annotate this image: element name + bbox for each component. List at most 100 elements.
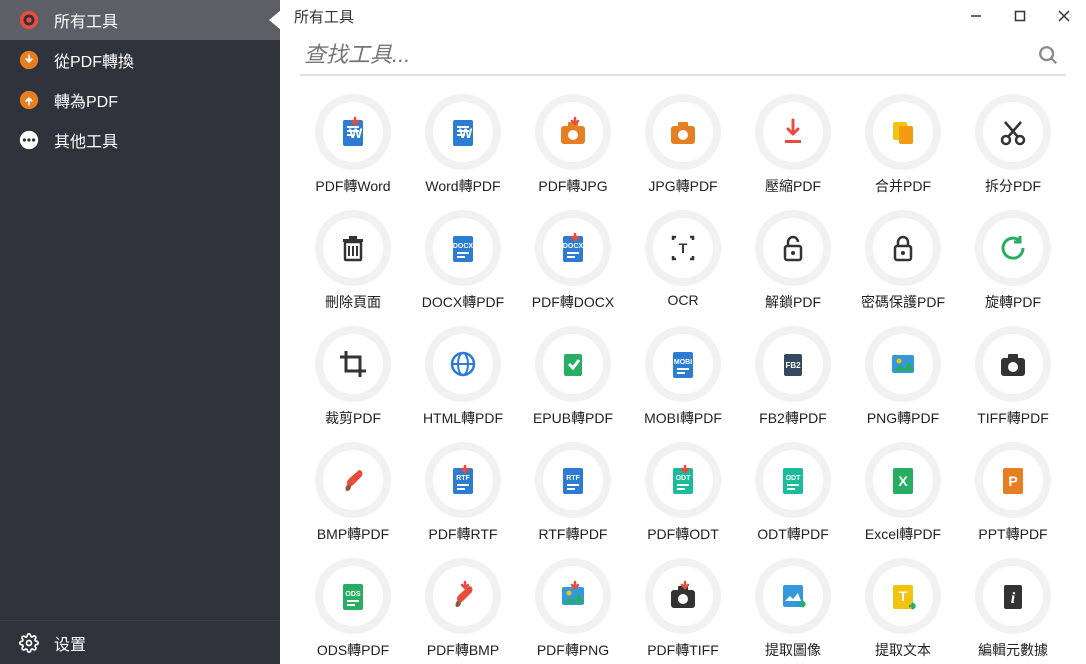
nav-label: 轉為PDF [54, 88, 118, 112]
lock-icon [873, 218, 933, 278]
sidebar-item-1[interactable]: 從PDF轉換 [0, 40, 280, 80]
tool-globe[interactable]: HTML轉PDF [410, 322, 516, 434]
settings-button[interactable]: 设置 [0, 620, 280, 664]
minimize-button[interactable] [954, 0, 998, 32]
tool-lock[interactable]: 密碼保護PDF [850, 206, 956, 318]
tool-label: DOCX轉PDF [422, 292, 504, 312]
ocr-icon: T [653, 218, 713, 278]
sidebar: 所有工具從PDF轉換轉為PDF 其他工具 设置 [0, 0, 280, 664]
tool-rtf-down[interactable]: RTFPDF轉RTF [410, 438, 516, 550]
tool-compress[interactable]: 壓縮PDF [740, 90, 846, 202]
tool-camera2-down[interactable]: PDF轉TIFF [630, 554, 736, 664]
tool-label: 編輯元數據 [978, 640, 1048, 660]
tool-trash[interactable]: 刪除頁面 [300, 206, 406, 318]
tool-crop[interactable]: 裁剪PDF [300, 322, 406, 434]
tool-brush-down[interactable]: PDF轉BMP [410, 554, 516, 664]
maximize-button[interactable] [998, 0, 1042, 32]
nav-label: 所有工具 [54, 8, 118, 32]
tool-camera2[interactable]: TIFF轉PDF [960, 322, 1066, 434]
tool-label: ODS轉PDF [317, 640, 389, 660]
svg-text:DOCX: DOCX [563, 243, 584, 250]
svg-text:P: P [1008, 473, 1017, 489]
tool-mobi[interactable]: MOBIMOBI轉PDF [630, 322, 736, 434]
svg-text:DOCX: DOCX [453, 243, 474, 250]
extract-img-icon [763, 566, 823, 626]
svg-text:MOBI: MOBI [674, 359, 692, 366]
image-icon [873, 334, 933, 394]
ppt-icon: P [983, 450, 1043, 510]
sidebar-item-2[interactable]: 轉為PDF [0, 80, 280, 120]
camera-icon [653, 102, 713, 162]
tool-epub[interactable]: EPUB轉PDF [520, 322, 626, 434]
tool-label: 刪除頁面 [325, 292, 381, 312]
tool-label: TIFF轉PDF [977, 408, 1049, 428]
odt-icon: ODT [763, 450, 823, 510]
tool-camera-down[interactable]: PDF轉JPG [520, 90, 626, 202]
camera-down-icon [543, 102, 603, 162]
tool-rotate[interactable]: 旋轉PDF [960, 206, 1066, 318]
nav-icon-3 [18, 129, 40, 151]
svg-text:RTF: RTF [566, 475, 580, 482]
tool-label: JPG轉PDF [648, 176, 717, 196]
tool-label: OCR [667, 292, 698, 308]
info-icon: i [983, 566, 1043, 626]
search-input[interactable] [300, 36, 1030, 74]
tool-label: 提取文本 [875, 640, 931, 660]
tool-odt-down[interactable]: ODTPDF轉ODT [630, 438, 736, 550]
word-icon: W [433, 102, 493, 162]
merge-icon [873, 102, 933, 162]
tool-unlock[interactable]: 解鎖PDF [740, 206, 846, 318]
tool-label: RTF轉PDF [539, 524, 608, 544]
tool-label: BMP轉PDF [317, 524, 389, 544]
tool-label: ODT轉PDF [757, 524, 829, 544]
page-title: 所有工具 [294, 6, 954, 27]
tools-grid: WPDF轉Word W Word轉PDF PDF轉JPG JPG轉PDF 壓縮PDF合并P… [280, 84, 1086, 664]
tool-word[interactable]: W Word轉PDF [410, 90, 516, 202]
tool-ods[interactable]: ODS ODS轉PDF [300, 554, 406, 664]
tool-info[interactable]: i 編輯元數據 [960, 554, 1066, 664]
main-content: 所有工具 WPDF轉Word W Word轉PDF PDF轉JPG JPG轉PDF 壓縮P… [280, 0, 1086, 664]
tool-label: HTML轉PDF [423, 408, 503, 428]
tool-label: Excel轉PDF [865, 524, 941, 544]
camera2-icon [983, 334, 1043, 394]
tool-label: Word轉PDF [425, 176, 500, 196]
tool-merge[interactable]: 合并PDF [850, 90, 956, 202]
tool-image-down[interactable]: PDF轉PNG [520, 554, 626, 664]
tool-label: FB2轉PDF [759, 408, 827, 428]
svg-text:X: X [898, 473, 908, 489]
tool-ocr[interactable]: T OCR [630, 206, 736, 318]
tool-label: 密碼保護PDF [861, 292, 945, 312]
settings-label: 设置 [54, 631, 86, 655]
tool-word-down[interactable]: WPDF轉Word [300, 90, 406, 202]
tool-extract-txt[interactable]: T提取文本 [850, 554, 956, 664]
svg-text:W: W [459, 125, 473, 141]
svg-text:ODT: ODT [676, 475, 692, 482]
tool-odt[interactable]: ODT ODT轉PDF [740, 438, 846, 550]
tool-ppt[interactable]: PPPT轉PDF [960, 438, 1066, 550]
excel-icon: X [873, 450, 933, 510]
tool-rtf[interactable]: RTF RTF轉PDF [520, 438, 626, 550]
sidebar-item-0[interactable]: 所有工具 [0, 0, 280, 40]
tool-label: 裁剪PDF [325, 408, 381, 428]
tool-fb2[interactable]: FB2FB2轉PDF [740, 322, 846, 434]
tool-docx-down[interactable]: DOCX PDF轉DOCX [520, 206, 626, 318]
tool-label: PDF轉BMP [427, 640, 499, 660]
tool-label: PDF轉DOCX [532, 292, 614, 312]
tool-extract-img[interactable]: 提取圖像 [740, 554, 846, 664]
tool-image[interactable]: PNG轉PDF [850, 322, 956, 434]
tool-label: 提取圖像 [765, 640, 821, 660]
camera2-down-icon [653, 566, 713, 626]
sidebar-item-3[interactable]: 其他工具 [0, 120, 280, 160]
nav-icon-2 [18, 89, 40, 111]
tool-docx[interactable]: DOCX DOCX轉PDF [410, 206, 516, 318]
search-icon[interactable] [1030, 37, 1066, 73]
tool-label: PDF轉JPG [538, 176, 607, 196]
tool-camera[interactable]: JPG轉PDF [630, 90, 736, 202]
close-button[interactable] [1042, 0, 1086, 32]
svg-text:ODS: ODS [345, 591, 361, 598]
scissors-icon [983, 102, 1043, 162]
tool-brush[interactable]: BMP轉PDF [300, 438, 406, 550]
tool-scissors[interactable]: 拆分PDF [960, 90, 1066, 202]
tool-excel[interactable]: X Excel轉PDF [850, 438, 956, 550]
svg-text:RTF: RTF [456, 475, 470, 482]
